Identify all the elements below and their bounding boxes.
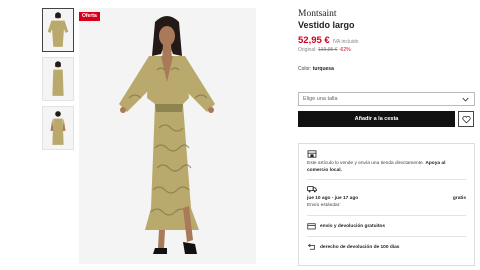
free-shipping-text: envío y devolución gratuitos bbox=[320, 223, 386, 229]
return-arrow-icon bbox=[307, 243, 315, 250]
color-value: turquesa bbox=[312, 66, 334, 72]
delivery-price: gratis bbox=[452, 196, 466, 201]
discount-percent: -62% bbox=[338, 47, 351, 53]
seller-section: Este artículo lo vende y envía una tiend… bbox=[299, 144, 474, 179]
delivery-method: Envío estándar: bbox=[307, 203, 341, 208]
delivery-section: jue 10 ago - jue 17 ago gratis Envío est… bbox=[299, 180, 474, 215]
thumbnail-gallery bbox=[42, 8, 76, 155]
price-row: 52,95 € IVA incluido bbox=[298, 35, 476, 46]
size-select[interactable]: Elige una talla bbox=[298, 92, 475, 106]
color-row: Color: turquesa bbox=[298, 66, 334, 72]
chevron-down-icon bbox=[462, 97, 469, 102]
product-info: Montsaint Vestido largo 52,95 € IVA incl… bbox=[298, 8, 476, 53]
offer-badge: Oferta bbox=[79, 12, 100, 21]
seller-text: Este artículo lo vende y envía una tiend… bbox=[307, 160, 466, 174]
original-price: 139,95 € bbox=[318, 47, 338, 53]
add-to-cart-button[interactable]: Añadir a la cesta bbox=[298, 111, 455, 127]
delivery-row: jue 10 ago - jue 17 ago gratis bbox=[307, 195, 466, 202]
wishlist-button[interactable] bbox=[458, 111, 474, 127]
sale-price: 52,95 € bbox=[298, 35, 330, 46]
store-icon bbox=[307, 150, 317, 158]
thumbnail-2[interactable] bbox=[42, 57, 74, 101]
free-shipping-perk: envío y devolución gratuitos bbox=[299, 216, 474, 236]
product-title: Vestido largo bbox=[298, 20, 355, 30]
truck-icon bbox=[307, 186, 317, 193]
return-policy-text: derecho de devolución de 100 días bbox=[320, 244, 400, 250]
seller-description: Este artículo lo vende y envía una tiend… bbox=[307, 161, 425, 166]
thumbnail-1[interactable] bbox=[42, 8, 74, 52]
return-perk: derecho de devolución de 100 días bbox=[299, 237, 474, 257]
dress-model-illustration bbox=[79, 8, 256, 264]
shipping-info-box: Este artículo lo vende y envía una tiend… bbox=[298, 143, 475, 266]
brand-name[interactable]: Montsaint bbox=[298, 8, 476, 20]
box-icon bbox=[307, 223, 316, 230]
color-label: Color: bbox=[298, 66, 312, 72]
original-price-row: Original: 139,95 € -62% bbox=[298, 47, 476, 53]
delivery-dates: jue 10 ago - jue 17 ago bbox=[307, 196, 359, 201]
heart-icon bbox=[461, 115, 471, 123]
size-placeholder: Elige una talla bbox=[303, 96, 338, 102]
product-main-image[interactable]: Oferta bbox=[79, 8, 256, 264]
vat-note: IVA incluido bbox=[332, 39, 359, 45]
thumbnail-3[interactable] bbox=[42, 106, 74, 150]
original-label: Original: bbox=[298, 47, 317, 53]
